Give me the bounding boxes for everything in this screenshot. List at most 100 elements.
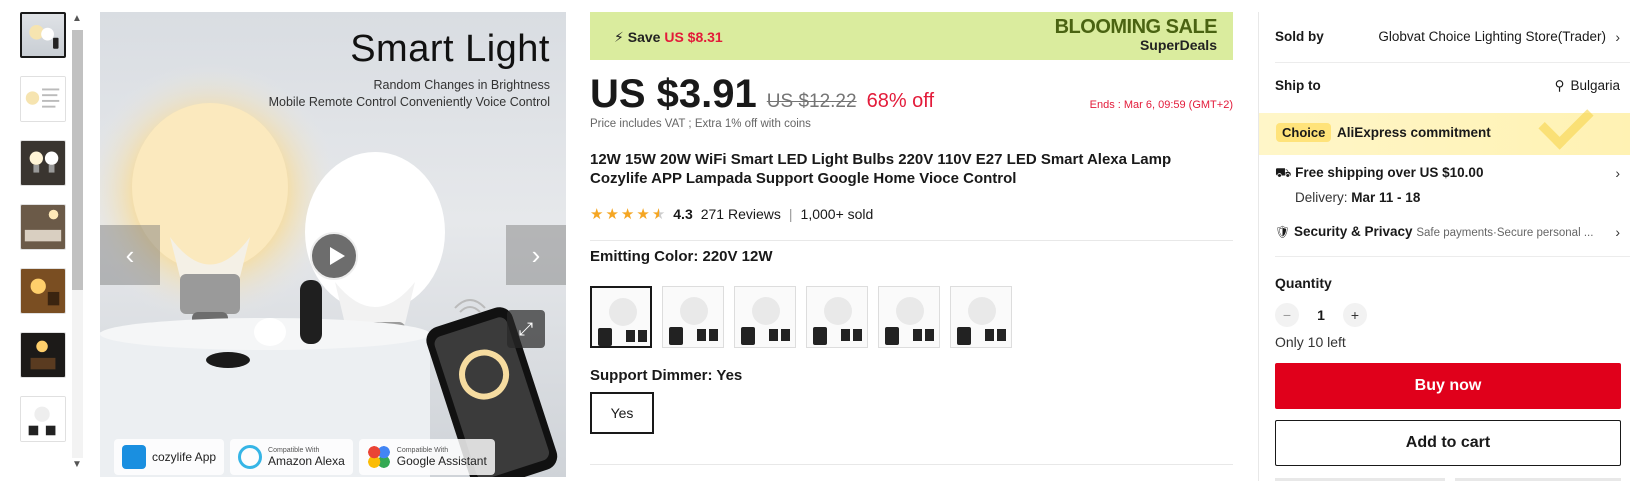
star-icon: ★: [620, 206, 635, 223]
sale-subtitle: SuperDeals: [1139, 37, 1217, 53]
chevron-right-icon: ›: [1615, 165, 1620, 181]
star-icon: ★: [636, 206, 650, 223]
google-assistant-icon: [366, 445, 391, 469]
image-title: Smart Light: [350, 28, 550, 70]
badge-label: cozylife App: [152, 450, 217, 464]
rating-value: 4.3: [673, 206, 693, 222]
next-image-button[interactable]: ›: [506, 225, 566, 285]
zoom-icon: ⤢: [518, 319, 534, 339]
rating-stars: ★ ★ ★ ★ ★: [590, 205, 665, 223]
spec-thumb-graphic: [21, 77, 65, 121]
discount-percent: 68% off: [866, 90, 935, 112]
bulb-thumb-graphic: [29, 24, 59, 49]
original-price: US $12.22: [766, 91, 857, 112]
main-product-image[interactable]: Smart Light Random Changes in Brightness…: [100, 12, 566, 477]
image-subtitle-2: Mobile Remote Control Conveniently Voice…: [268, 95, 550, 109]
delivery-date: Mar 11 - 18: [1351, 190, 1421, 205]
separator: |: [788, 206, 793, 222]
badge-label: Google Assistant: [396, 453, 487, 468]
chevron-right-icon: ›: [1615, 29, 1620, 45]
ship-to-row[interactable]: Ship to ⚲ Bulgaria: [1275, 78, 1620, 93]
sale-banner: ⚡ Save US $8.31 BLOOMING SALE SuperDeals: [590, 12, 1233, 60]
thumbnail[interactable]: [20, 140, 66, 186]
bulbs-dark-thumb-graphic: [21, 141, 65, 185]
security-row[interactable]: 🛡 Security & Privacy Safe payments·Secur…: [1275, 224, 1620, 240]
color-label: Emitting Color: 220V 12W: [590, 248, 773, 265]
badge-small-label: Compatible With: [268, 446, 320, 454]
variant-option[interactable]: [806, 286, 868, 348]
decrease-quantity-button[interactable]: −: [1275, 303, 1299, 327]
divider: [1275, 62, 1630, 63]
divider: [1275, 256, 1630, 257]
badge-alexa: Compatible With Amazon Alexa: [230, 439, 353, 475]
rating-row: ★ ★ ★ ★ ★ 4.3 271 Reviews | 1,000+ sold: [590, 205, 873, 223]
thumbnail-scrollbar[interactable]: ▲ ▼: [70, 12, 84, 477]
variant-option[interactable]: [950, 286, 1012, 348]
star-icon: ★: [605, 206, 619, 223]
variant-image: [813, 297, 862, 345]
quantity-label: Quantity: [1275, 275, 1332, 291]
sale-logo: BLOOMING SALE SuperDeals: [1054, 16, 1218, 53]
ship-to-label: Ship to: [1275, 78, 1321, 93]
prev-image-button[interactable]: ‹: [100, 225, 160, 285]
dimmer-option-yes[interactable]: Yes: [590, 392, 654, 434]
buy-now-button[interactable]: Buy now: [1275, 363, 1621, 409]
add-to-cart-button[interactable]: Add to cart: [1275, 420, 1621, 466]
shipping-row[interactable]: ⛟ Free shipping over US $10.00 ›: [1275, 165, 1620, 183]
room-thumb-graphic: [21, 205, 65, 249]
lightning-icon: ⚡: [614, 29, 624, 45]
ship-to-country[interactable]: ⚲ Bulgaria: [1555, 78, 1620, 94]
save-value: US $8.31: [664, 29, 723, 45]
thumbnail[interactable]: [20, 332, 66, 378]
chevron-right-icon: ›: [1615, 224, 1620, 240]
vat-note: Price includes VAT ; Extra 1% off with c…: [590, 118, 811, 130]
variant-option[interactable]: [590, 286, 652, 348]
thumbnail[interactable]: [20, 268, 66, 314]
badge-google: Compatible With Google Assistant: [358, 439, 495, 475]
image-subtitle-1: Random Changes in Brightness: [373, 78, 551, 92]
delivery-row: Delivery: Mar 11 - 18: [1295, 190, 1620, 205]
thumbnail[interactable]: [20, 76, 66, 122]
sale-end-time: Ends : Mar 6, 09:59 (GMT+2): [1089, 99, 1233, 111]
store-name[interactable]: Globvat Choice Lighting Store(Trader): [1378, 29, 1606, 44]
thumbnail[interactable]: [20, 204, 66, 250]
reviews-link[interactable]: 271 Reviews: [701, 206, 781, 222]
play-video-button[interactable]: [310, 232, 358, 280]
current-price: US $3.91: [590, 72, 757, 116]
sold-by-label: Sold by: [1275, 29, 1324, 44]
free-shipping: Free shipping over US $10.00: [1295, 165, 1484, 180]
sale-title: BLOOMING SALE: [1054, 16, 1218, 38]
thumbnail[interactable]: [20, 396, 66, 442]
chevron-left-icon: ‹: [125, 240, 135, 270]
save-label: Save: [627, 29, 661, 45]
save-amount: ⚡ Save US $8.31: [614, 29, 723, 46]
thumbnail[interactable]: [20, 12, 66, 58]
security-title: Security & Privacy: [1294, 224, 1413, 239]
variant-option[interactable]: [878, 286, 940, 348]
sold-by-row[interactable]: Sold by Globvat Choice Lighting Store(Tr…: [1275, 29, 1620, 45]
delivery-label: Delivery:: [1295, 190, 1348, 205]
divider: [590, 240, 1233, 241]
dimmer-label: Support Dimmer: Yes: [590, 367, 743, 384]
scroll-up-icon[interactable]: ▲: [70, 12, 84, 26]
zoom-button[interactable]: ⤢: [507, 310, 545, 348]
color-variants: [590, 286, 1012, 348]
variant-option[interactable]: [662, 286, 724, 348]
star-half-icon: ★: [651, 206, 666, 223]
variant-image: [669, 297, 718, 345]
badge-label: Amazon Alexa: [268, 453, 345, 468]
cozylife-icon: [122, 445, 146, 469]
variant-image: [598, 298, 647, 346]
variant-option[interactable]: [734, 286, 796, 348]
quantity-value[interactable]: 1: [1309, 307, 1333, 323]
badge-small-label: Compatible With: [396, 446, 449, 454]
scroll-thumb[interactable]: [72, 30, 83, 290]
variant-image: [741, 297, 790, 345]
stock-note: Only 10 left: [1275, 334, 1346, 350]
increase-quantity-button[interactable]: +: [1343, 303, 1367, 327]
product-info: ⚡ Save US $8.31 BLOOMING SALE SuperDeals…: [590, 12, 1233, 465]
scroll-down-icon[interactable]: ▼: [70, 458, 84, 472]
quantity-stepper: − 1 +: [1275, 303, 1367, 327]
product-title: 12W 15W 20W WiFi Smart LED Light Bulbs 2…: [590, 151, 1172, 187]
thumbnail-strip: [20, 12, 70, 477]
